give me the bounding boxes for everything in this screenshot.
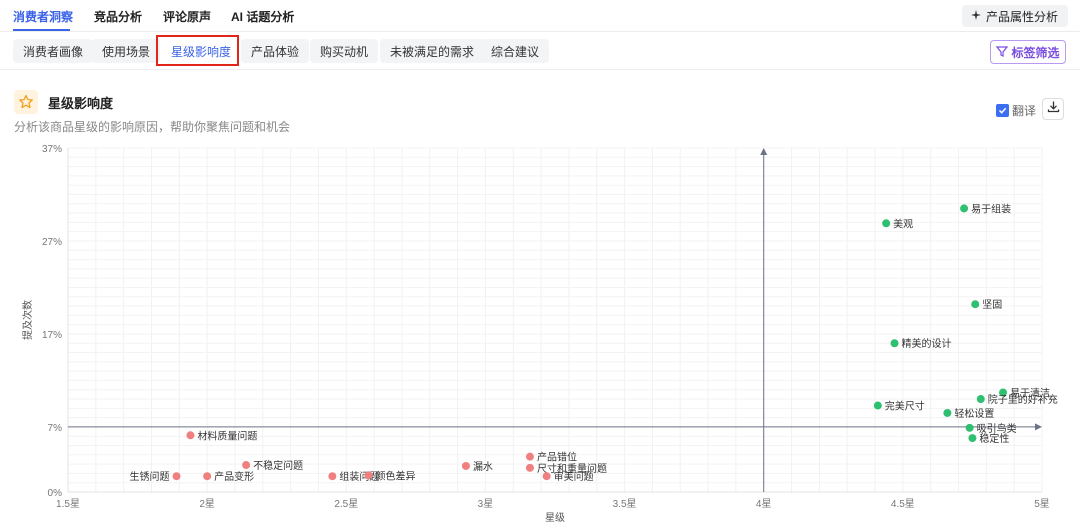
download-icon (1047, 100, 1060, 118)
x-tick-label: 2星 (199, 498, 215, 510)
tab-ai-topic-analysis[interactable]: AI 话题分析 (231, 8, 294, 25)
subtab-product-experience[interactable]: 产品体验 (241, 39, 310, 63)
data-point-label: 完美尺寸 (885, 400, 925, 413)
data-point-label: 不稳定问题 (253, 459, 303, 472)
data-point-label: 吸引鸟类 (977, 422, 1017, 435)
data-point-label: 材料质量问题 (197, 429, 257, 442)
x-tick-label: 5星 (1034, 498, 1050, 510)
y-axis-label: 提及次数 (21, 300, 34, 340)
section-subtitle: 分析该商品星级的影响原因，帮助你聚焦问题和机会 (14, 120, 291, 134)
data-point (186, 431, 195, 440)
tag-filter-button[interactable]: 标签筛选 (990, 40, 1066, 64)
data-point (525, 452, 534, 461)
x-tick-label: 1.5星 (56, 498, 80, 510)
subtab-consumer-profile[interactable]: 消费者画像 (13, 39, 94, 63)
section-title: 星级影响度 (48, 95, 114, 111)
data-point-label: 易于组装 (971, 202, 1011, 215)
data-point-label: 产品错位 (537, 451, 577, 464)
data-point-label: 美观 (893, 217, 913, 230)
data-point (172, 472, 181, 481)
data-point-label: 组装问题 (339, 470, 379, 483)
star-icon (14, 90, 38, 114)
data-point-label: 精美的设计 (902, 337, 952, 350)
tab-consumer-insight[interactable]: 消费者洞察 (13, 8, 73, 25)
data-point (461, 461, 470, 470)
translate-toggle[interactable]: 翻译 (996, 102, 1036, 119)
data-point (971, 300, 980, 309)
top-nav: 消费者洞察 竞品分析 评论原声 AI 话题分析 产品属性分析 (0, 0, 1080, 32)
data-point-label: 稳定性 (979, 432, 1009, 445)
translate-label: 翻译 (1012, 104, 1037, 118)
data-point (890, 339, 899, 348)
product-attribute-label: 产品属性分析 (985, 9, 1058, 24)
y-tick-label: 37% (42, 144, 62, 155)
data-point-label: 颜色差异 (376, 469, 416, 482)
data-point (542, 472, 551, 481)
subtab-unmet-needs[interactable]: 未被满足的需求 (380, 39, 485, 63)
y-tick-label: 0% (48, 488, 63, 499)
data-point-label: 轻松设置 (954, 407, 994, 420)
tag-filter-label: 标签筛选 (1011, 45, 1060, 60)
data-point (960, 204, 969, 213)
quadrant-vertical-arrow (760, 148, 768, 155)
product-attribute-button[interactable]: 产品属性分析 (961, 5, 1068, 27)
subtab-usage-scenario[interactable]: 使用场景 (92, 39, 161, 63)
tab-competitor-analysis[interactable]: 竞品分析 (94, 8, 142, 25)
data-point-label: 生锈问题 (130, 470, 170, 483)
download-button[interactable] (1042, 98, 1064, 120)
checkbox-checked-icon[interactable] (996, 104, 1009, 117)
data-point (943, 408, 952, 417)
data-point-label: 漏水 (473, 461, 493, 473)
tab-review-voice[interactable]: 评论原声 (163, 8, 211, 25)
data-point (968, 434, 977, 443)
data-point (203, 472, 212, 481)
x-axis-label: 星级 (545, 512, 565, 524)
x-tick-label: 4.5星 (891, 498, 915, 510)
subtab-recommendations[interactable]: 综合建议 (481, 39, 550, 63)
data-point-label: 坚固 (982, 299, 1002, 311)
sub-nav: 消费者画像 使用场景 星级影响度 产品体验 购买动机 未被满足的需求 综合建议 … (0, 32, 1080, 70)
sparkle-icon (970, 9, 982, 24)
data-point (882, 219, 891, 228)
x-tick-label: 3.5星 (613, 498, 637, 510)
y-tick-label: 17% (42, 330, 62, 341)
data-point (242, 461, 251, 470)
x-tick-label: 2.5星 (334, 498, 358, 510)
star-impact-scatter-chart: 1.5星 2星 2.5星 3星 3.5星 4星 4.5星 5星 0% 7% 17% 27% 37% 易于… (21, 144, 1058, 524)
data-point-label: 审美问题 (554, 470, 594, 483)
highlight-box (156, 35, 239, 66)
data-point-label: 产品变形 (214, 470, 254, 483)
data-point (364, 471, 373, 480)
y-tick-label: 7% (48, 423, 63, 434)
x-tick-label: 3星 (478, 498, 494, 510)
subtab-purchase-motivation[interactable]: 购买动机 (310, 39, 379, 63)
data-point (976, 395, 985, 404)
data-point (873, 401, 882, 410)
data-point (525, 463, 534, 472)
x-tick-label: 4星 (756, 498, 772, 510)
quadrant-horizontal-arrow (1035, 423, 1042, 431)
data-point (965, 423, 974, 432)
y-tick-label: 27% (42, 237, 62, 248)
filter-icon (996, 45, 1009, 60)
data-point (328, 472, 337, 481)
active-tab-underline (13, 29, 70, 31)
data-point-label: 院子里的好补充 (988, 393, 1058, 406)
section-header: 星级影响度 (14, 90, 113, 114)
